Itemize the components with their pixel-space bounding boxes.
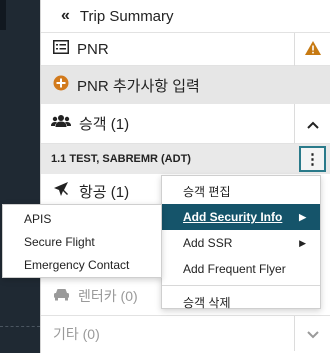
warning-icon (304, 40, 322, 61)
submenu-arrow-icon: ▶ (299, 211, 306, 222)
car-rental-label: 렌터카 (0) (78, 288, 138, 304)
menu-item-add-frequent-flyer[interactable]: Add Frequent Flyer (162, 256, 320, 282)
app-background-strip (0, 0, 40, 353)
pnr-label: PNR (77, 40, 109, 58)
list-icon (53, 39, 69, 59)
submenu-item-label: APIS (24, 211, 52, 226)
passenger-name: 1.1 TEST, SABREMR (ADT) (51, 153, 191, 165)
passengers-label: 승객 (1) (79, 116, 130, 133)
menu-item-add-ssr[interactable]: Add SSR ▶ (162, 230, 320, 256)
other-label: 기타 (0) (53, 325, 100, 342)
pnr-section[interactable]: PNR (41, 32, 330, 67)
menu-item-label: 승객 편집 (183, 184, 231, 199)
pnr-add-label: PNR 추가사항 입력 (77, 77, 200, 95)
security-info-submenu: APIS Secure Flight Emergency Contact (2, 204, 162, 278)
pnr-add-button[interactable]: PNR 추가사항 입력 (41, 66, 330, 104)
passengers-collapse-button[interactable] (294, 104, 330, 143)
airplane-icon (53, 181, 69, 202)
menu-item-label: Add Frequent Flyer (183, 262, 286, 276)
double-chevron-left-icon[interactable]: « (61, 7, 70, 25)
pnr-warning[interactable] (294, 33, 330, 67)
users-icon (51, 114, 71, 133)
trip-summary-header: « Trip Summary (41, 0, 330, 32)
submenu-arrow-icon: ▶ (299, 237, 306, 248)
air-label: 항공 (1) (79, 183, 130, 201)
submenu-item-label: Secure Flight (24, 234, 95, 249)
car-icon (53, 287, 70, 306)
kebab-menu-icon: ⋮ (305, 151, 320, 168)
menu-item-label: Add Security Info (183, 210, 283, 224)
submenu-item-secure-flight[interactable]: Secure Flight (3, 230, 161, 253)
chevron-up-icon (306, 116, 319, 132)
other-expand-button[interactable] (294, 316, 330, 351)
passenger-context-menu: 승객 편집 Add Security Info ▶ Add SSR ▶ Add … (161, 175, 321, 310)
chevron-down-icon (306, 326, 319, 342)
menu-item-add-security-info[interactable]: Add Security Info ▶ (162, 204, 320, 230)
plus-circle-icon (53, 75, 69, 96)
menu-item-delete-passenger[interactable]: 승객 삭제 (162, 289, 320, 315)
menu-item-edit-passenger[interactable]: 승객 편집 (162, 178, 320, 204)
menu-item-label: Add SSR (183, 236, 233, 250)
submenu-item-label: Emergency Contact (24, 257, 130, 272)
other-section[interactable]: 기타 (0) (41, 315, 330, 351)
menu-item-label: 승객 삭제 (183, 295, 231, 310)
submenu-item-apis[interactable]: APIS (3, 207, 161, 230)
background-block (0, 0, 6, 30)
menu-divider (162, 285, 320, 286)
passenger-actions-button[interactable]: ⋮ (299, 146, 326, 172)
trip-summary-title: Trip Summary (79, 7, 174, 25)
background-divider (0, 326, 40, 327)
passenger-item[interactable]: 1.1 TEST, SABREMR (ADT) ⋮ (41, 144, 330, 174)
submenu-item-emergency-contact[interactable]: Emergency Contact (3, 253, 161, 276)
passengers-section[interactable]: 승객 (1) (41, 104, 330, 144)
